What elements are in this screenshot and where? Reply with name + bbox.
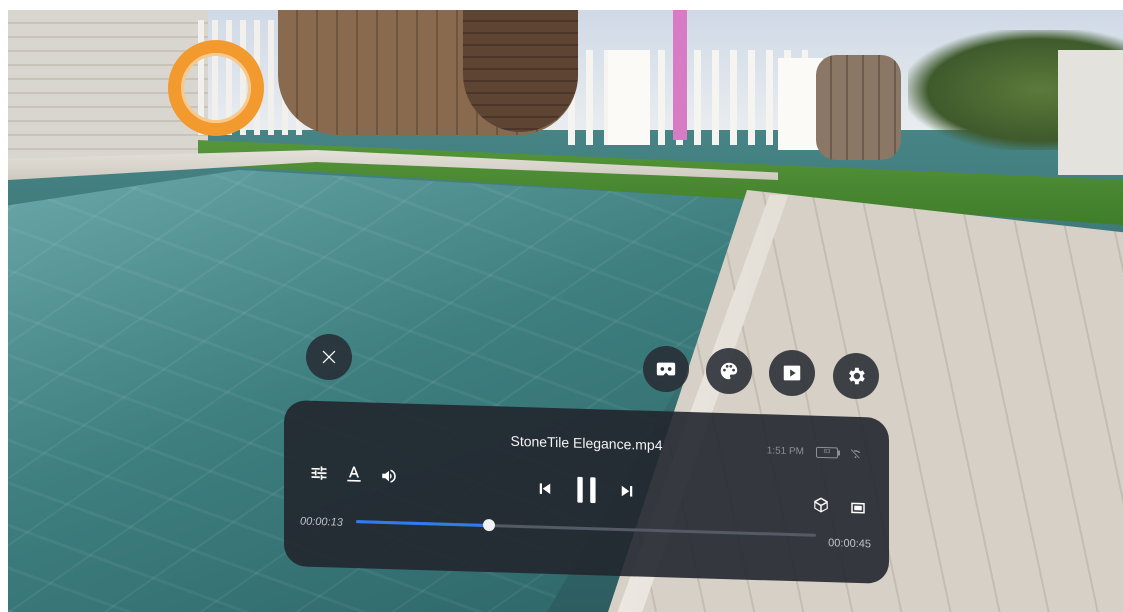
adjust-button[interactable] (309, 463, 329, 484)
seek-bar-handle[interactable] (483, 518, 496, 532)
screen-mode-icon (851, 502, 865, 514)
seek-bar[interactable] (356, 518, 816, 537)
color-palette-button[interactable] (706, 348, 752, 394)
close-button[interactable] (306, 334, 352, 380)
current-time: 00:00:13 (300, 515, 343, 529)
cube-icon (814, 497, 828, 513)
skip-next-icon (621, 485, 633, 497)
palette-icon (720, 362, 738, 380)
house-right (1058, 50, 1123, 175)
fence-post (608, 50, 650, 145)
pause-icon (577, 476, 596, 504)
video-library-button[interactable] (769, 350, 815, 396)
next-button[interactable] (618, 482, 636, 501)
video-play-icon (783, 365, 801, 381)
lifebuoy (168, 40, 264, 136)
wifi-off-icon (850, 449, 861, 459)
skip-previous-icon (539, 483, 551, 495)
player-control-panel: StoneTile Elegance.mp4 1:51 PM 83 00:00:… (284, 400, 889, 584)
seek-bar-progress (356, 520, 490, 528)
settings-button[interactable] (833, 353, 879, 399)
screen-mode-button[interactable] (849, 499, 867, 518)
volume-icon (382, 469, 396, 483)
3d-mode-button[interactable] (812, 496, 830, 515)
battery-icon: 83 (816, 446, 838, 459)
volume-button[interactable] (380, 467, 398, 486)
status-bar: 1:51 PM 83 (767, 445, 861, 459)
subtitle-icon (347, 466, 361, 482)
close-icon (322, 350, 336, 364)
adjust-sliders-icon (311, 466, 327, 480)
total-duration: 00:00:45 (828, 537, 871, 551)
pause-button[interactable] (574, 475, 600, 506)
fence-right (568, 50, 808, 145)
clock: 1:51 PM (766, 445, 804, 458)
vr-view-icon (656, 362, 676, 376)
previous-button[interactable] (536, 479, 554, 498)
gear-icon (849, 367, 865, 385)
barrel (816, 55, 901, 160)
pink-pole (673, 10, 687, 140)
subtitle-button[interactable] (344, 464, 364, 485)
vr-view-button[interactable] (643, 346, 689, 392)
barrel-sauna-end (463, 10, 578, 132)
